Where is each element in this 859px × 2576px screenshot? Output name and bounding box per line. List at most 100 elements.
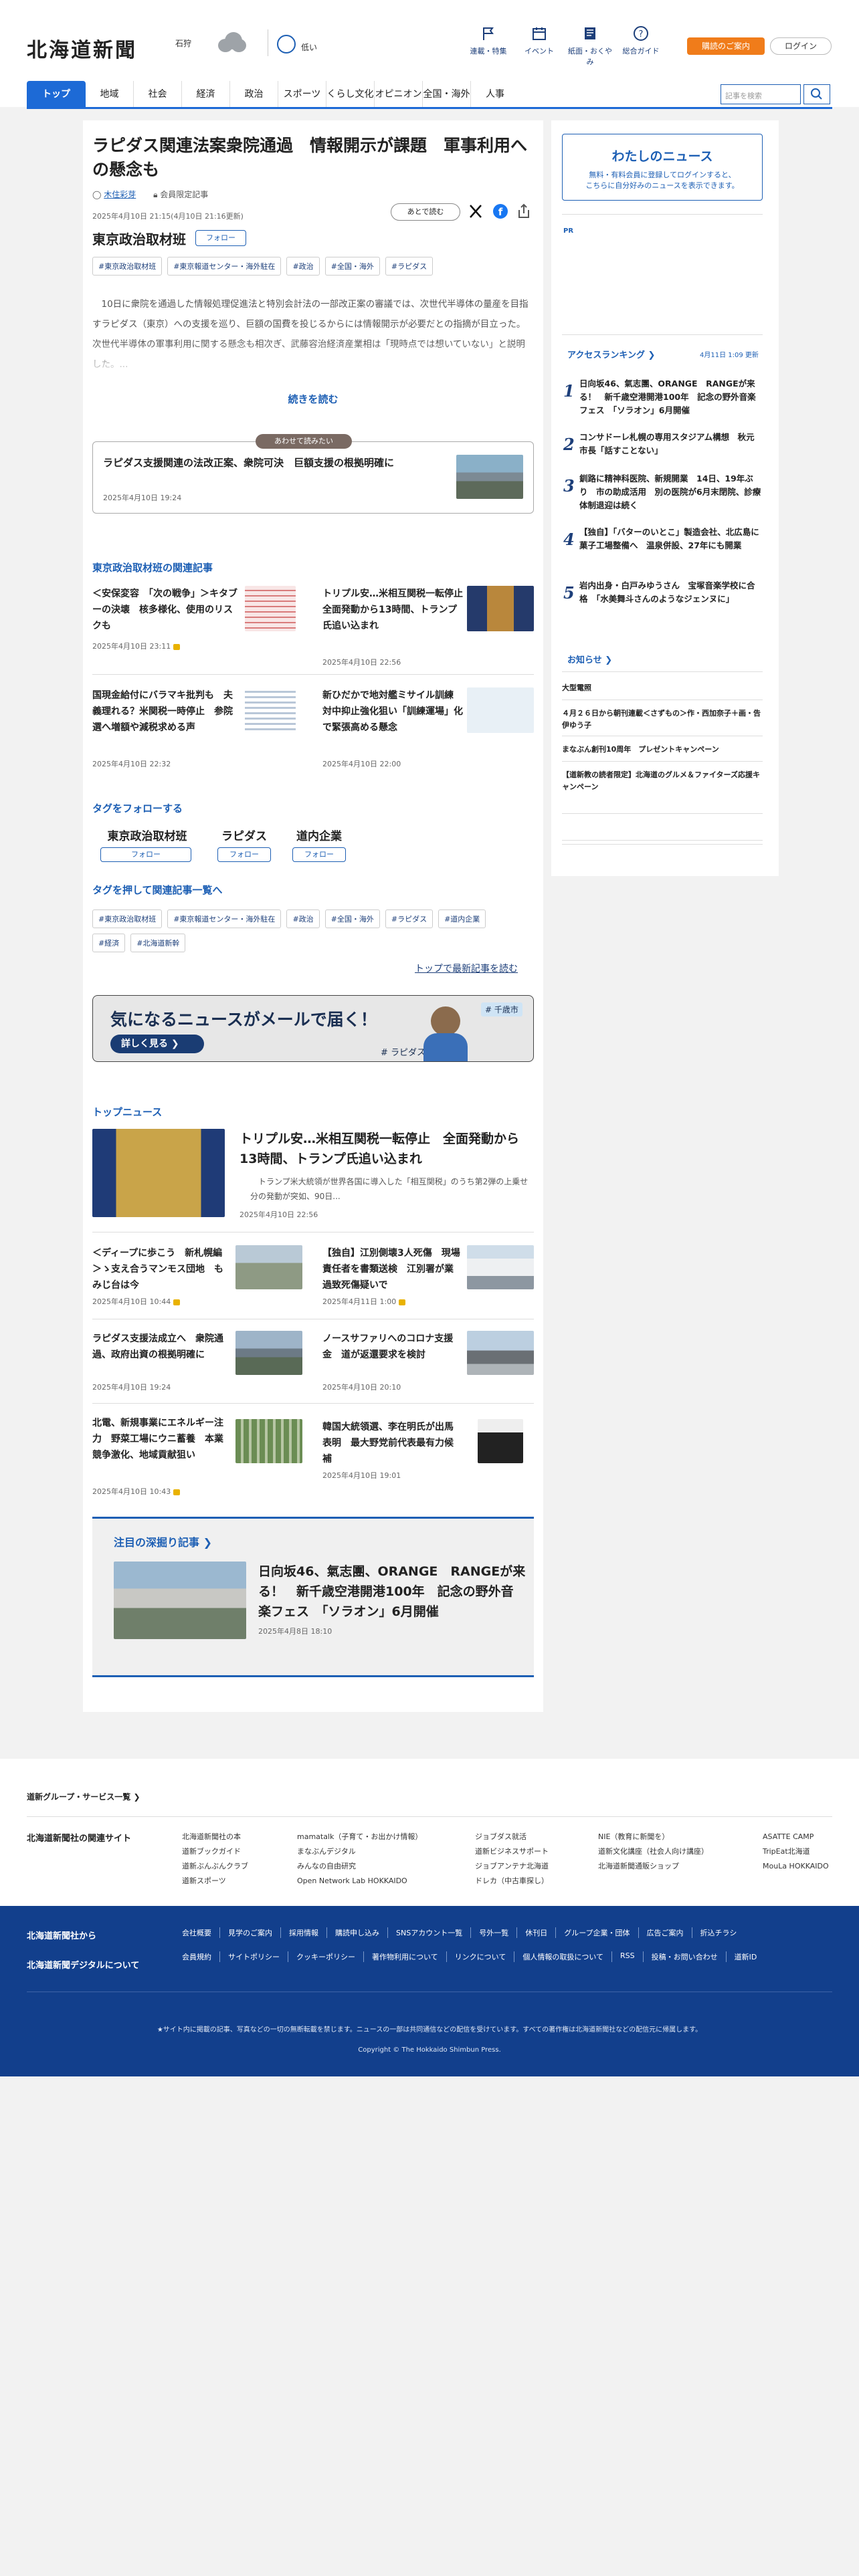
follow-button[interactable]: フォロー xyxy=(292,847,346,862)
search-input[interactable]: 記事を検索 xyxy=(721,84,801,104)
follow-button[interactable]: フォロー xyxy=(100,847,191,862)
gnav-economy[interactable]: 経済 xyxy=(182,81,230,108)
news-title[interactable]: 【独自】江別側壊3人死傷 現場責任者を書類送検 江別署が業過致死傷疑いで xyxy=(322,1245,462,1293)
facebook-share-icon[interactable]: f xyxy=(492,203,508,222)
gnav-personnel[interactable]: 人事 xyxy=(471,81,519,108)
share-icon[interactable] xyxy=(516,203,531,222)
footer-link[interactable]: リンクについて xyxy=(446,1951,514,1962)
deep-dive-thumbnail[interactable] xyxy=(114,1562,246,1639)
ranking-item[interactable]: 5 岩内出身・白戸みゆうさん 宝塚音楽学校に合格 「水美舞斗さんのようなジェンヌに… xyxy=(562,579,763,619)
x-share-icon[interactable] xyxy=(468,203,483,222)
ranking-item[interactable]: 1 日向坂46、氣志團、ORANGE RANGEが来る！ 新千歳空港開港100年 … xyxy=(562,377,763,417)
footer-link[interactable]: 購読申し込み xyxy=(326,1927,387,1938)
gnav-world[interactable]: 全国・海外 xyxy=(423,81,471,108)
related-site-link[interactable]: みんなの自由研究 xyxy=(297,1859,422,1874)
search-button[interactable] xyxy=(803,84,830,104)
follow-button[interactable]: フォロー xyxy=(217,847,271,862)
related-site-link[interactable]: NIE（教育に新聞を） xyxy=(598,1830,708,1844)
info-item[interactable]: 【道新教の読者限定】北海道のグルメ＆ファイターズ応援キャンペーン xyxy=(562,769,763,793)
footer-link[interactable]: 会員規約 xyxy=(182,1951,219,1962)
deep-dive-title[interactable]: 日向坂46、氣志團、ORANGE RANGEが来る！ 新千歳空港開港100年 記… xyxy=(258,1562,526,1622)
info-heading[interactable]: お知らせ ❯ xyxy=(567,653,612,665)
related-site-link[interactable]: Open Network Lab HOKKAIDO xyxy=(297,1874,422,1889)
news-title[interactable]: 北電、新規事業にエネルギー注力 野菜工場にウニ蓄養 本業競争激化、地域貢献狙い xyxy=(92,1415,223,1463)
footer-link[interactable]: 号外一覧 xyxy=(470,1927,516,1938)
tag-chip[interactable]: #政治 xyxy=(286,257,320,276)
ranking-heading[interactable]: アクセスランキング ❯ xyxy=(567,348,655,360)
ranking-item[interactable]: 2 コンサドーレ札幌の専用スタジアム構想 秋元市長「話すことない」 xyxy=(562,431,763,457)
mail-banner[interactable]: 気になるニュースがメールで届く！ 詳しく見る ❯ # ラピダス # 千歳市 xyxy=(92,995,534,1062)
my-news-box[interactable]: わたしのニュース 無料・有料会員に登録してログインすると、 こちらに自分好みのニュ… xyxy=(562,134,763,201)
gnav-politics[interactable]: 政治 xyxy=(230,81,278,108)
site-logo[interactable]: 北海道新聞 xyxy=(27,33,137,63)
info-item[interactable]: ４月２６日から朝刊連載＜さずもの＞作・西加奈子＋画・告伊ゆう子 xyxy=(562,708,763,732)
related-site-link[interactable]: ジョブアンテナ北海道 xyxy=(475,1859,549,1874)
group-services-link[interactable]: 道新グループ・サービス一覧 ❯ xyxy=(27,1791,140,1802)
tag-chip[interactable]: #東京報道センター・海外駐在 xyxy=(167,257,282,276)
section-name[interactable]: 東京政治取材班 xyxy=(92,229,186,248)
related-site-link[interactable]: MouLa HOKKAIDO xyxy=(763,1859,829,1874)
top-news-title[interactable]: トリプル安…米相互関税一転停止 全面発動から13時間、トランプ氏追い込まれ xyxy=(240,1129,534,1169)
subscribe-button[interactable]: 購読のご案内 xyxy=(687,37,765,55)
banner-button[interactable]: 詳しく見る ❯ xyxy=(110,1035,204,1053)
latest-articles-link[interactable]: トップで最新記事を読む xyxy=(415,962,518,975)
gnav-opinion[interactable]: オピニオン xyxy=(375,81,423,108)
related-site-link[interactable]: 道新ぶんぶんクラブ xyxy=(182,1859,248,1874)
news-title[interactable]: ラピダス支援法成立へ 衆院通過、政府出資の根拠明確に xyxy=(92,1331,223,1363)
nav-paper[interactable]: 紙面・おくやみ xyxy=(565,25,615,67)
info-item[interactable]: まなぶん創刊10周年 プレゼントキャンペーン xyxy=(562,744,763,756)
footer-link[interactable]: 採用情報 xyxy=(280,1927,326,1938)
tag-chip[interactable]: #経済 xyxy=(92,934,126,952)
related-site-link[interactable]: 北海道新聞通販ショップ xyxy=(598,1859,708,1874)
gnav-culture[interactable]: くらし文化 xyxy=(326,81,375,108)
related-site-link[interactable]: ドレカ（中古車探し） xyxy=(475,1874,549,1889)
top-news-thumbnail[interactable] xyxy=(92,1129,225,1217)
nav-event[interactable]: イベント xyxy=(514,25,565,56)
footer-link[interactable]: SNSアカウント一覧 xyxy=(387,1927,470,1938)
footer-link[interactable]: 投稿・お問い合わせ xyxy=(642,1951,726,1962)
tag-chip[interactable]: #東京報道センター・海外駐在 xyxy=(167,909,282,928)
tag-chip[interactable]: #ラピダス xyxy=(385,909,434,928)
author-link[interactable]: 木住彩芽 xyxy=(104,190,136,199)
related-site-link[interactable]: 道新スポーツ xyxy=(182,1874,248,1889)
related-site-link[interactable]: ASATTE CAMP xyxy=(763,1830,829,1844)
related-site-link[interactable]: 北海道新聞社の本 xyxy=(182,1830,248,1844)
footer-link[interactable]: 折込チラシ xyxy=(691,1927,745,1938)
footer-link[interactable]: 会社概要 xyxy=(182,1927,219,1938)
related-site-link[interactable]: 道新文化講座（社会人向け講座） xyxy=(598,1844,708,1859)
footer-link[interactable]: RSS xyxy=(611,1951,643,1962)
related-site-link[interactable]: ジョブダス就活 xyxy=(475,1830,549,1844)
follow-section-button[interactable]: フォロー xyxy=(195,230,246,246)
related-site-link[interactable]: 道新ブックガイド xyxy=(182,1844,248,1859)
related-site-link[interactable]: TripEat北海道 xyxy=(763,1844,829,1859)
deep-dive-heading[interactable]: 注目の深掘り記事 ❯ xyxy=(114,1533,212,1549)
tag-chip[interactable]: #東京政治取材班 xyxy=(92,909,163,928)
gnav-top[interactable]: トップ xyxy=(27,81,86,108)
gnav-region[interactable]: 地域 xyxy=(86,81,134,108)
tag-chip[interactable]: #全国・海外 xyxy=(324,257,380,276)
recommend-title[interactable]: ラピダス支援関連の法改正案、衆院可決 巨額支援の根拠明確に xyxy=(103,455,438,471)
footer-link[interactable]: 見学のご案内 xyxy=(219,1927,280,1938)
related-title[interactable]: 新ひだかで地対艦ミサイル訓練 対中抑止強化狙い「訓練運場」化で緊張高める懸念 xyxy=(322,687,463,736)
footer-link[interactable]: 休刊日 xyxy=(516,1927,555,1938)
read-more-link[interactable]: 続きを読む xyxy=(83,392,543,406)
footer-link[interactable]: グループ企業・団体 xyxy=(555,1927,638,1938)
footer-link[interactable]: 個人情報の取扱について xyxy=(514,1951,611,1962)
news-title[interactable]: 韓国大統領選、李在明氏が出馬表明 最大野党前代表最有力候補 xyxy=(322,1419,462,1467)
footer-link[interactable]: 著作物利用について xyxy=(363,1951,446,1962)
nav-guide[interactable]: ? 総合ガイド xyxy=(615,25,666,56)
tag-chip[interactable]: #道内企業 xyxy=(438,909,486,928)
related-site-link[interactable]: まなぶんデジタル xyxy=(297,1844,422,1859)
related-site-link[interactable]: 道新ビジネスサポート xyxy=(475,1844,549,1859)
tag-chip[interactable]: #東京政治取材班 xyxy=(92,257,163,276)
news-title[interactable]: ＜ディープに歩こう 新札幌編＞ゝ支え合うマンモス団地 もみじ台は今 xyxy=(92,1245,223,1293)
related-title[interactable]: トリプル安…米相互関税一転停止 全面発動から13時間、トランプ氏追い込まれ xyxy=(322,586,472,634)
footer-link[interactable]: サイトポリシー xyxy=(219,1951,288,1962)
related-site-link[interactable]: mamatalk（子育て・お出かけ情報） xyxy=(297,1830,422,1844)
footer-link[interactable]: 道新ID xyxy=(725,1951,765,1962)
related-heading[interactable]: 東京政治取材班の関連記事 xyxy=(92,560,213,574)
tag-chip[interactable]: #全国・海外 xyxy=(324,909,380,928)
save-later-button[interactable]: あとで読む xyxy=(391,203,460,221)
gnav-sports[interactable]: スポーツ xyxy=(278,81,326,108)
tag-chip[interactable]: #政治 xyxy=(286,909,320,928)
